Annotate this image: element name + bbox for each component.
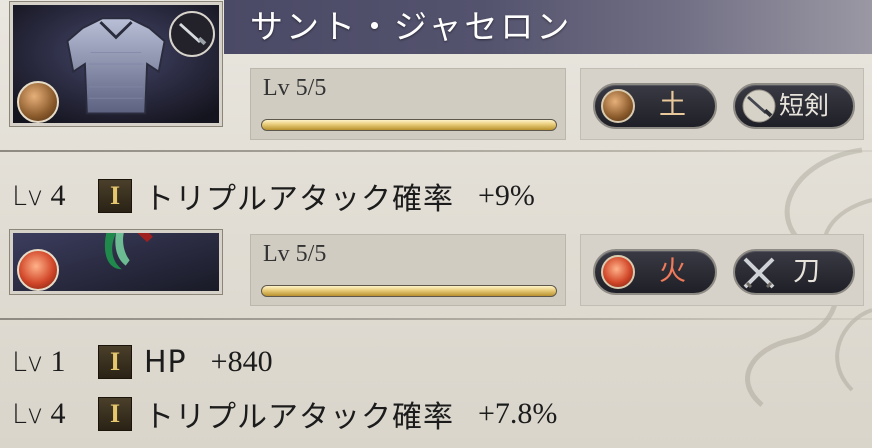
- separator: [0, 150, 872, 152]
- dagger-icon: [169, 11, 215, 57]
- skill-value: +840: [210, 345, 273, 378]
- item-title: サント・ジャセロン: [250, 7, 573, 46]
- element-label: 土: [659, 90, 686, 121]
- level-bar-fill: [262, 120, 556, 130]
- earth-element-icon: [601, 89, 635, 123]
- skill-rank-badge: I: [98, 397, 132, 431]
- skill-value: +9%: [478, 179, 535, 212]
- skill-line: Lv 4 I トリプルアタック確率 +7.8%: [12, 392, 557, 436]
- katana-icon: [743, 257, 775, 289]
- skill-level: Lv 4: [12, 397, 98, 431]
- separator: [0, 318, 872, 320]
- dagger-icon: [742, 89, 776, 123]
- weapon-type-label: 短剣: [779, 91, 830, 120]
- fire-element-icon: [601, 255, 635, 289]
- earth-element-icon: [17, 81, 59, 123]
- element-label: 火: [659, 256, 686, 287]
- level-bar-fill: [262, 286, 556, 296]
- skill-name: トリプルアタック確率: [144, 400, 454, 435]
- skill-level-prefix: Lv: [12, 399, 44, 430]
- skill-name: HP: [144, 344, 187, 380]
- tags-panel: 土 短剣: [580, 68, 864, 140]
- fire-element-icon: [17, 249, 59, 291]
- skill-level-number: 4: [50, 397, 66, 430]
- skill-line: Lv 4 I トリプルアタック確率 +9%: [12, 174, 535, 218]
- skill-rank-badge: I: [98, 345, 132, 379]
- tags-panel: 火 刀: [580, 234, 864, 306]
- level-panel: Lv 5/5: [250, 68, 566, 140]
- skill-level: Lv 4: [12, 179, 98, 213]
- weapon-type-label: 刀: [793, 256, 820, 287]
- item-thumbnail-armor[interactable]: [10, 2, 222, 126]
- weapon-type-pill[interactable]: 刀: [733, 249, 855, 295]
- skill-rank-badge: I: [98, 179, 132, 213]
- skill-level-number: 1: [50, 345, 66, 378]
- weapon-type-pill[interactable]: 短剣: [733, 83, 855, 129]
- skill-name: トリプルアタック確率: [144, 182, 454, 217]
- element-pill[interactable]: 火: [593, 249, 717, 295]
- skill-level-prefix: Lv: [12, 347, 44, 378]
- skill-level-number: 4: [50, 179, 66, 212]
- level-panel: Lv 5/5: [250, 234, 566, 306]
- level-bar: [261, 285, 557, 297]
- item-thumbnail-katana[interactable]: [10, 230, 222, 294]
- skill-level: Lv 1: [12, 345, 98, 379]
- element-pill[interactable]: 土: [593, 83, 717, 129]
- skill-level-prefix: Lv: [12, 181, 44, 212]
- skill-value: +7.8%: [478, 397, 558, 430]
- level-label: Lv 5/5: [263, 241, 327, 267]
- skill-line: Lv 1 I HP +840: [12, 340, 273, 384]
- level-bar: [261, 119, 557, 131]
- level-label: Lv 5/5: [263, 75, 327, 101]
